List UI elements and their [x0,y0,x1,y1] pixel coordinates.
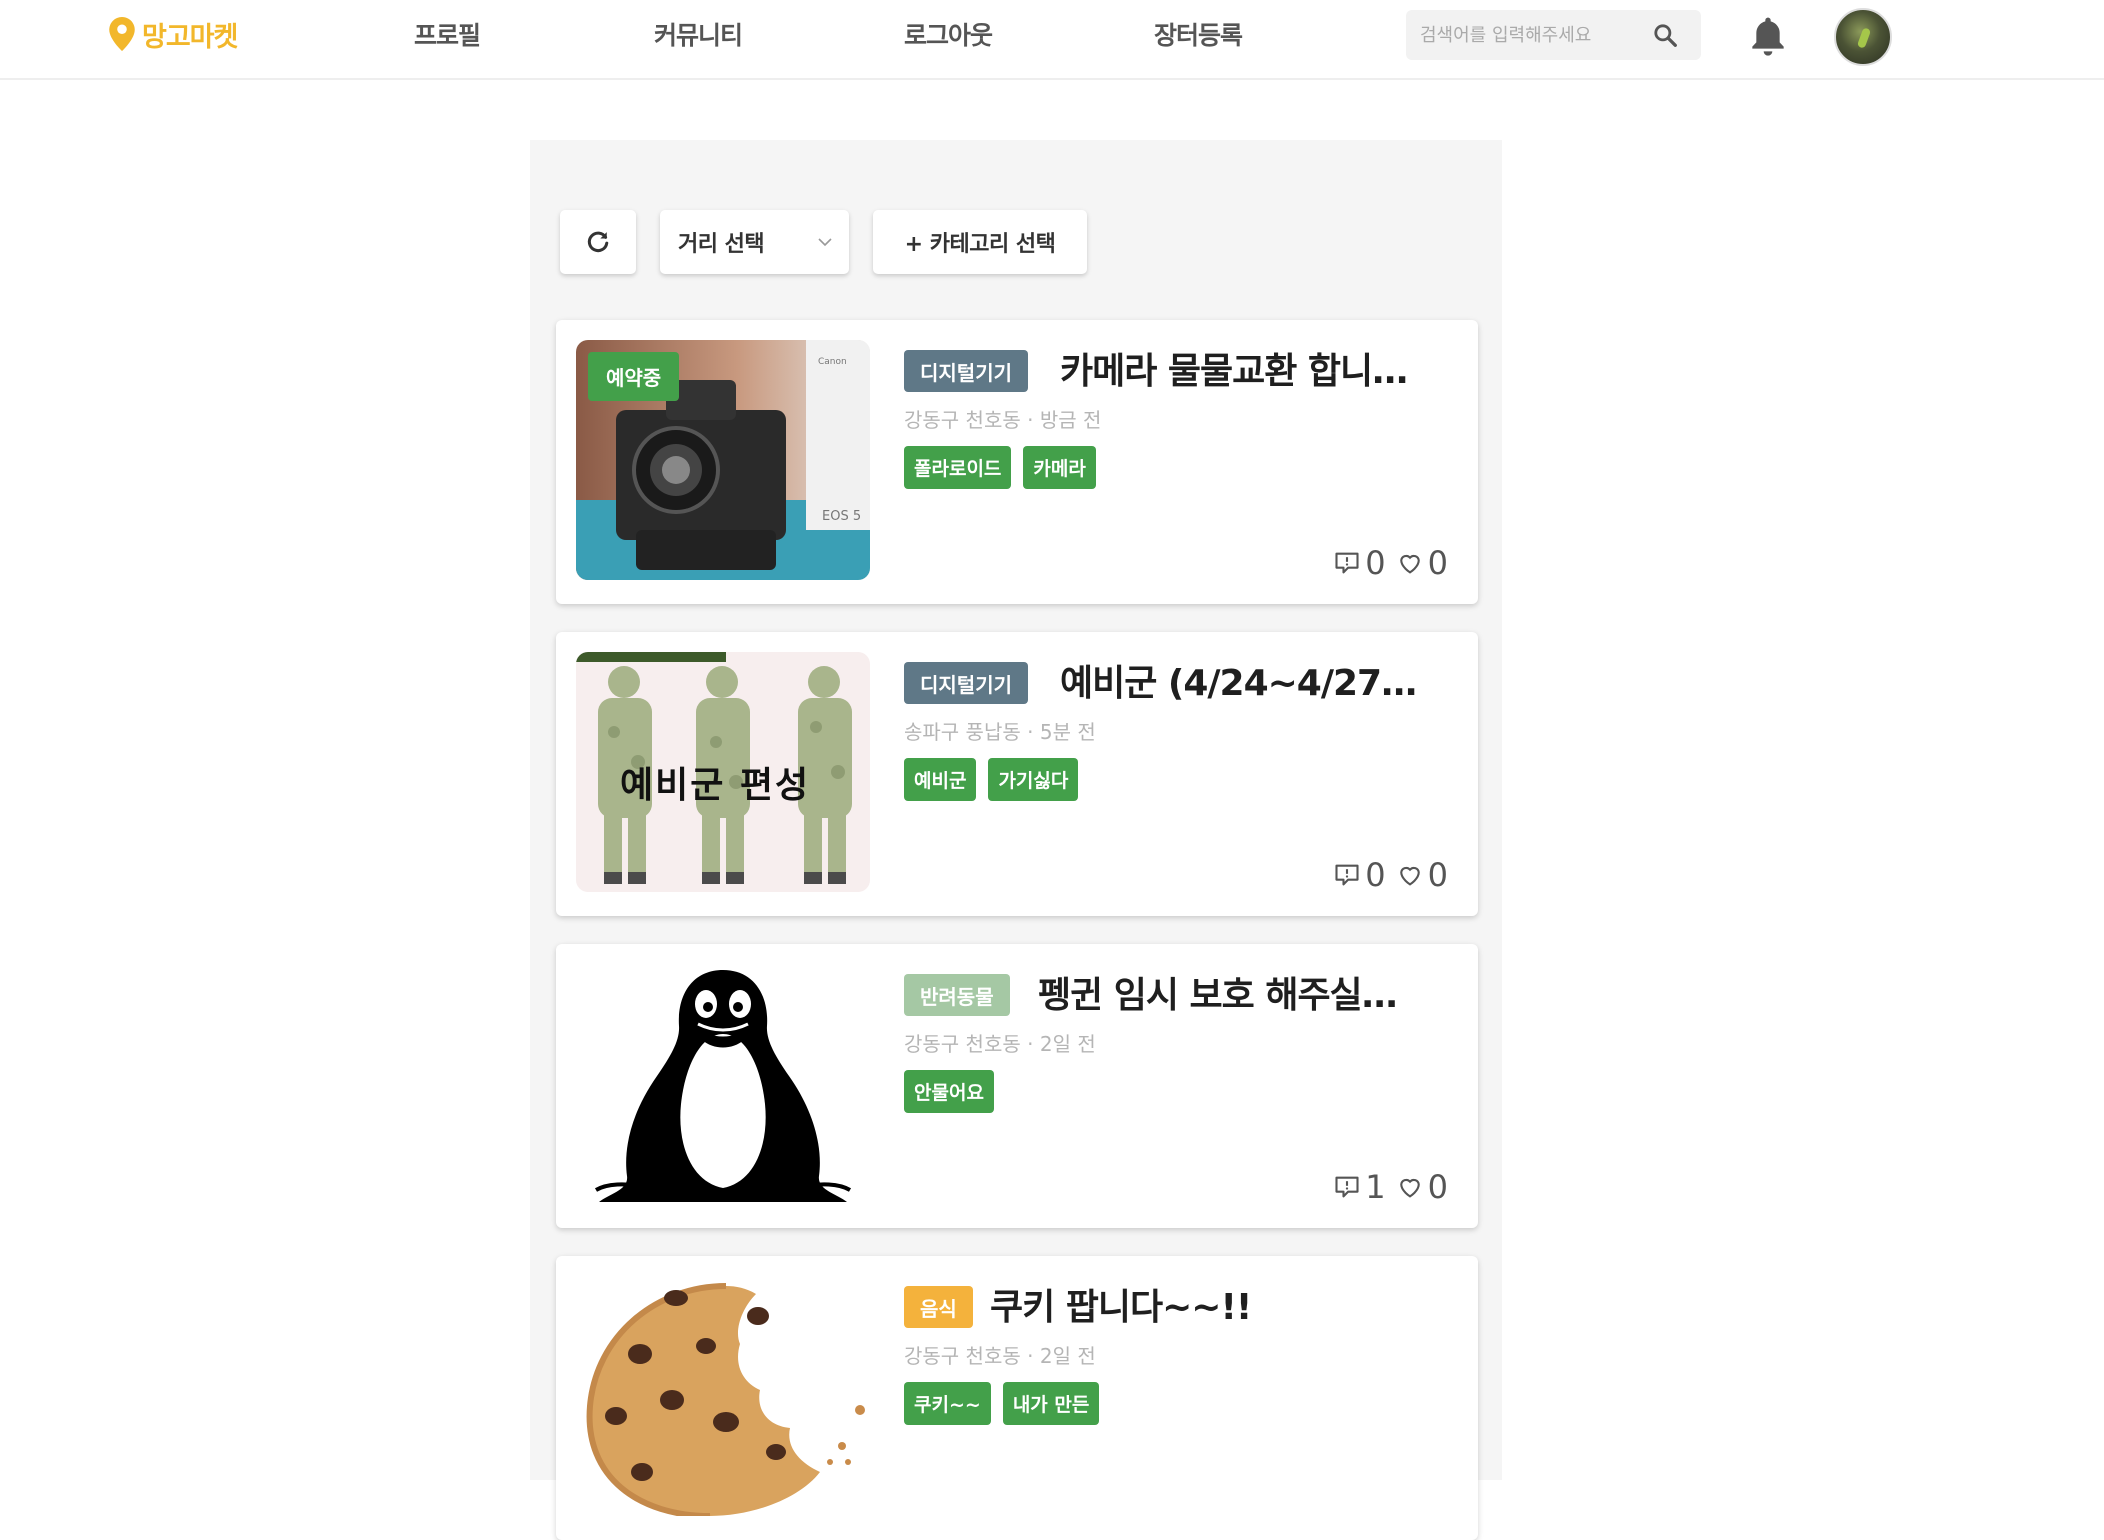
top-navigation-bar: 망고마켓 프로필 커뮤니티 로그아웃 장터등록 [0,0,2104,80]
product-card[interactable]: 음식 쿠키 팝니다~~!! 강동구 천호동 · 2일 전 쿠키~~ 내가 만든 [556,1256,1478,1540]
penguin-image [576,964,870,1204]
chevron-down-icon [818,238,832,247]
like-count: 0 [1396,856,1448,894]
location-pin-icon [109,17,135,51]
tag[interactable]: 가기싫다 [988,758,1079,801]
tag[interactable]: 안물어요 [904,1070,994,1113]
product-card[interactable]: 예비군 편성 디지털기기 예비군 (4/24~4/27… 송파구 풍납동 · 5… [556,632,1478,916]
cookie-image [576,1276,870,1516]
comment-icon [1335,864,1359,886]
heart-icon[interactable] [1396,861,1424,889]
product-title: 카메라 물물교환 합니… [1060,351,1408,392]
like-count-value: 0 [1427,856,1448,894]
product-location: 강동구 천호동 [904,1032,1021,1056]
bell-icon[interactable] [1748,14,1788,58]
avatar[interactable] [1834,8,1892,66]
comment-count-value: 0 [1365,544,1386,582]
product-thumbnail: Canon EOS 5 예약중 [576,340,870,580]
tag[interactable]: 쿠키~~ [904,1382,991,1425]
distance-select-label: 거리 선택 [678,232,765,257]
refresh-button[interactable] [560,210,636,274]
search-input[interactable] [1420,24,1650,46]
heart-icon[interactable] [1396,549,1424,577]
comment-count: 0 [1333,544,1386,582]
product-location: 강동구 천호동 [904,408,1021,432]
product-meta: 송파구 풍납동 · 5분 전 [904,720,1096,744]
search-bar [1406,10,1701,60]
comment-count: 0 [1333,856,1386,894]
refresh-icon [587,231,609,253]
heart-icon[interactable] [1396,1173,1424,1201]
product-location: 강동구 천호동 [904,1344,1021,1368]
comment-count-value: 0 [1365,856,1386,894]
nav-logout[interactable]: 로그아웃 [904,16,993,52]
product-feed: 거리 선택 + 카테고리 선택 Canon EOS 5 예약중 디지털기기 카메… [530,140,1502,1540]
nav-profile[interactable]: 프로필 [414,16,481,52]
category-badge: 반려동물 [904,974,1010,1016]
like-count: 0 [1396,1168,1448,1206]
product-meta: 강동구 천호동 · 방금 전 [904,408,1102,432]
product-time: 2일 전 [1039,1032,1096,1056]
search-icon[interactable] [1650,20,1680,50]
category-badge: 디지털기기 [904,662,1028,704]
nav-register-item[interactable]: 장터등록 [1154,16,1243,52]
product-card[interactable]: 반려동물 펭귄 임시 보호 해주실… 강동구 천호동 · 2일 전 안물어요 1… [556,944,1478,1228]
category-select-label: + 카테고리 선택 [904,232,1056,257]
tag-list: 예비군 가기싫다 [904,758,1079,801]
product-card[interactable]: Canon EOS 5 예약중 디지털기기 카메라 물물교환 합니… 강동구 천… [556,320,1478,604]
comment-count: 1 [1333,1168,1386,1206]
nav-community[interactable]: 커뮤니티 [654,16,743,52]
svg-text:Canon: Canon [818,357,847,367]
product-stats: 1 0 [1333,1168,1448,1206]
category-badge: 디지털기기 [904,350,1028,392]
distance-select[interactable]: 거리 선택 [660,210,849,274]
comment-icon [1335,552,1359,574]
product-title: 예비군 (4/24~4/27… [1060,663,1417,704]
tag-list: 안물어요 [904,1070,994,1113]
product-stats: 0 0 [1333,856,1448,894]
logo-text: 망고마켓 [142,21,238,53]
tag[interactable]: 내가 만든 [1002,1382,1100,1425]
like-count-value: 0 [1427,544,1448,582]
comment-icon [1335,1176,1359,1198]
tag-list: 쿠키~~ 내가 만든 [904,1382,1100,1425]
product-location: 송파구 풍납동 [904,720,1021,744]
like-count-value: 0 [1427,1168,1448,1206]
product-time: 2일 전 [1039,1344,1096,1368]
like-count: 0 [1396,544,1448,582]
tag[interactable]: 폴라로이드 [904,446,1012,489]
product-thumbnail [576,1276,870,1516]
product-meta: 강동구 천호동 · 2일 전 [904,1032,1096,1056]
svg-text:EOS 5: EOS 5 [822,509,861,524]
product-thumbnail: 예비군 편성 [576,652,870,892]
product-title: 펭귄 임시 보호 해주실… [1038,975,1398,1016]
tag[interactable]: 예비군 [904,758,977,801]
comment-count-value: 1 [1365,1168,1386,1206]
logo[interactable]: 망고마켓 [108,14,238,54]
status-badge: 예약중 [588,352,680,401]
product-meta: 강동구 천호동 · 2일 전 [904,1344,1096,1368]
category-select-button[interactable]: + 카테고리 선택 [873,210,1087,274]
tag[interactable]: 카메라 [1023,446,1096,489]
product-thumbnail [576,964,870,1204]
product-title: 쿠키 팝니다~~!! [990,1287,1252,1328]
product-time: 방금 전 [1039,408,1102,432]
category-badge: 음식 [904,1286,973,1328]
product-stats: 0 0 [1333,544,1448,582]
product-time: 5분 전 [1039,720,1096,744]
tag-list: 폴라로이드 카메라 [904,446,1096,489]
image-overlay-text: 예비군 편성 [620,765,811,806]
